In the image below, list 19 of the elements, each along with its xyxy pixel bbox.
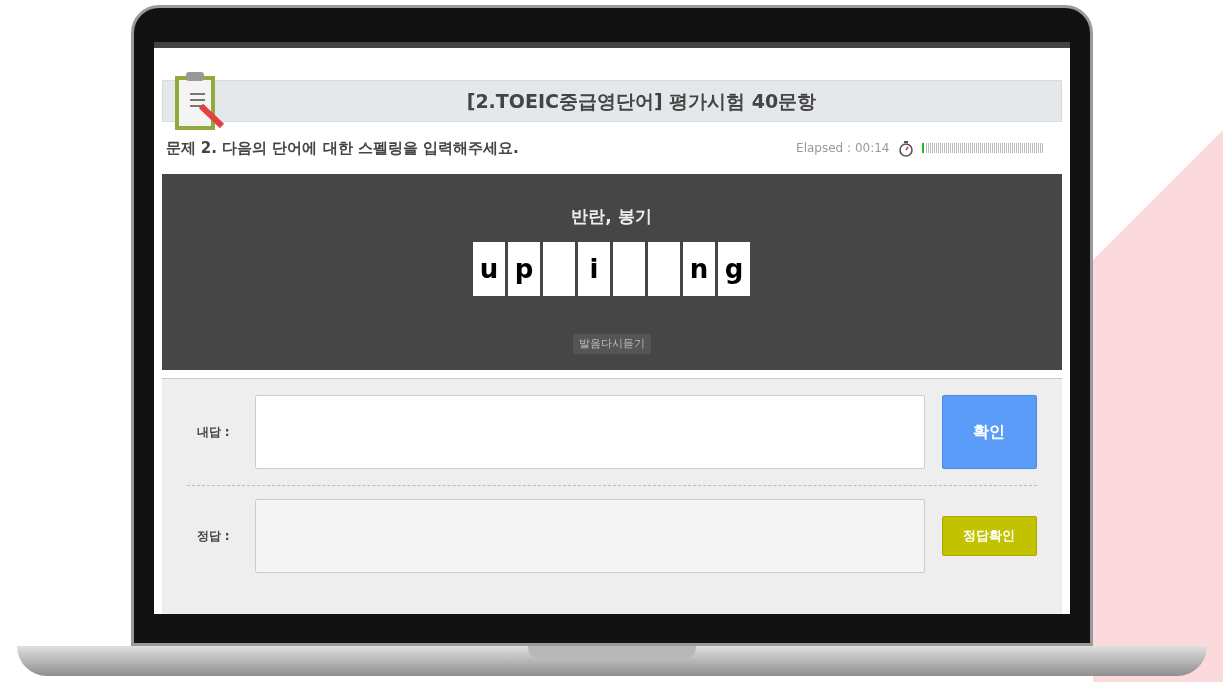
blank-tile (543, 241, 575, 296)
replay-pronunciation-button[interactable]: 발음다시듣기 (572, 333, 651, 354)
elapsed-time: Elapsed : 00:14 (796, 140, 890, 157)
confirm-button[interactable]: 확인 (942, 395, 1037, 469)
letter-tile: i (578, 241, 610, 296)
question-text: 문제 2. 다음의 단어에 대한 스펠링을 입력해주세요. (165, 137, 519, 159)
blank-tile (613, 241, 645, 296)
letter-tile: n (683, 241, 715, 296)
letter-tile: p (508, 241, 540, 296)
letter-tile: g (718, 241, 750, 296)
show-answer-button[interactable]: 정답확인 (942, 516, 1037, 556)
letter-tile: u (473, 241, 505, 296)
word-meaning: 반란, 봉기 (571, 205, 652, 228)
answer-input-field[interactable] (255, 395, 926, 469)
exam-title: [2.TOEIC중급영단어] 평가시험 40문항 (465, 88, 817, 114)
correct-answer-label: 정답 : (195, 528, 231, 545)
stopwatch-icon (897, 139, 914, 157)
blank-tile (648, 241, 680, 296)
answer-label: 내답 : (195, 424, 231, 441)
